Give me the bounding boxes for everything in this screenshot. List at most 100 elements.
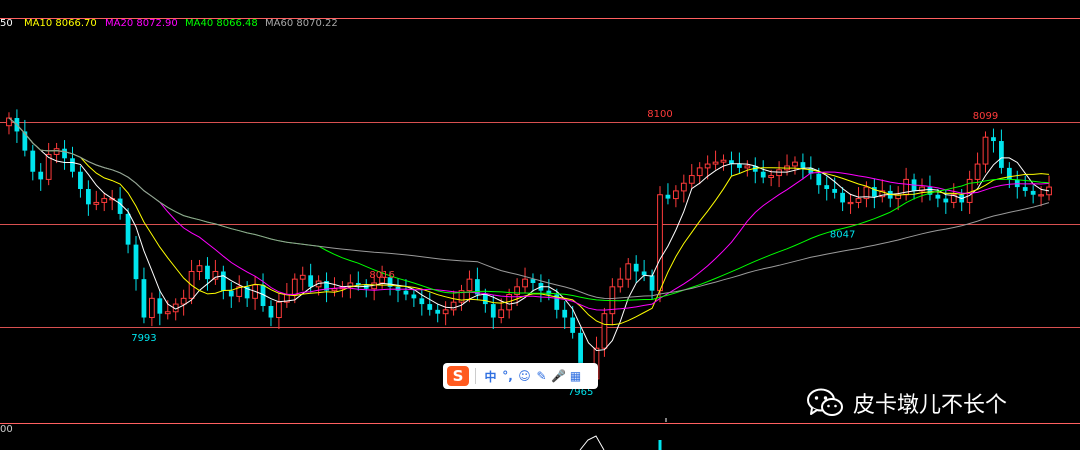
price-annotation: 8099 [973, 111, 998, 122]
ime-emoji-icon[interactable]: ☺ [516, 369, 533, 383]
candle-body [141, 279, 147, 318]
candle-body [943, 198, 949, 203]
candle-body [672, 190, 679, 200]
candle-body [299, 274, 306, 280]
candle-body [157, 298, 163, 314]
candle-body [816, 173, 822, 186]
candle-body [291, 278, 298, 295]
candle-body [53, 148, 60, 155]
candle-body [93, 201, 100, 205]
candle-body [562, 309, 568, 318]
ime-punctuation-button[interactable]: °, [499, 369, 516, 383]
candle-body [70, 158, 75, 172]
candle-body [220, 271, 226, 291]
candle-body [30, 150, 36, 172]
sogou-logo-icon[interactable]: S [447, 366, 469, 386]
candle-body [331, 288, 338, 292]
candle-body [792, 161, 798, 167]
ma40-line [8, 117, 1050, 302]
watermark: 皮卡墩儿不长个 [805, 386, 1007, 420]
candle-body [78, 171, 83, 189]
price-annotation: 7993 [131, 333, 156, 344]
legend-ma20: MA20 8072.90 [105, 18, 178, 29]
candle-body [482, 294, 488, 305]
candle-body [450, 301, 457, 311]
candle-body [1030, 190, 1036, 195]
watermark-text: 皮卡墩儿不长个 [853, 393, 1008, 418]
candle-body [133, 244, 139, 280]
candle-body [641, 271, 647, 276]
price-annotation: 8016 [369, 270, 394, 281]
candle-body [974, 163, 981, 180]
candle-body [776, 169, 782, 177]
candle-body [991, 137, 996, 142]
candle-body [546, 290, 552, 295]
candle-body [530, 279, 536, 283]
ime-toolbox-icon[interactable]: ▦ [567, 369, 584, 383]
candle-body [633, 263, 639, 272]
legend-ma40: MA40 8066.48 [185, 18, 258, 29]
candle-body [442, 309, 449, 315]
candle-body [1022, 187, 1028, 191]
candle-body [308, 275, 314, 287]
ime-voice-icon[interactable]: 🎤 [550, 369, 567, 383]
candle-body [125, 213, 131, 245]
candle-body [180, 297, 187, 305]
candle-body [982, 136, 989, 165]
candle-body [228, 290, 234, 297]
candle-body [196, 265, 203, 272]
candle-body [466, 278, 473, 292]
candle-body [62, 148, 67, 159]
legend-ma10: MA10 8066.70 [24, 18, 97, 29]
candle-body [601, 313, 608, 349]
candle-body [720, 159, 727, 163]
toolbar-divider [475, 368, 476, 384]
candle-body [403, 290, 409, 295]
candle-body [148, 297, 155, 319]
candle-body [824, 185, 830, 189]
chart-stage: 8100 8099 8016 8047 7993 7965 50 MA10 8066.70… [0, 0, 1080, 450]
candle-body [847, 201, 854, 205]
candle-body [268, 306, 274, 318]
candle-body [395, 286, 401, 291]
candle-body [657, 194, 663, 292]
ma20-line [8, 117, 1050, 311]
ime-chinese-mode-button[interactable]: 中 [482, 368, 499, 385]
candle-body [419, 298, 425, 305]
candle-body [475, 279, 480, 295]
candle-body [855, 198, 862, 203]
candle-body [205, 265, 210, 280]
candle-body [617, 278, 624, 288]
candle-body [85, 188, 91, 205]
candle-body [840, 192, 845, 203]
candle-body [760, 171, 766, 178]
candle-body [38, 171, 44, 180]
candle-body [800, 162, 806, 168]
legend-ma60: MA60 8070.22 [265, 18, 338, 29]
ime-toolbar[interactable]: S 中 °, ☺ ✎ 🎤 ▦ [443, 363, 598, 389]
price-annotation: 8100 [647, 109, 672, 120]
candle-body [712, 161, 719, 165]
candle-body [164, 311, 171, 315]
candle-body [999, 141, 1004, 168]
candle-body [665, 194, 671, 199]
candle-body [688, 175, 695, 184]
subpanel-curve [579, 435, 605, 450]
candle-body [696, 167, 703, 177]
ma5-line [8, 117, 1050, 352]
candle-body [101, 198, 108, 203]
candle-body [490, 304, 496, 318]
candle-body [737, 164, 742, 168]
candle-body [625, 263, 632, 280]
ime-handwrite-icon[interactable]: ✎ [533, 369, 550, 383]
candle-body [411, 294, 417, 299]
candle-body [117, 198, 123, 214]
candle-body [522, 278, 528, 288]
candle-body [22, 131, 28, 151]
candle-body [768, 175, 775, 178]
candle-body [435, 309, 441, 314]
candle-body [704, 163, 711, 169]
candle-body [832, 188, 838, 193]
legend-ma5: 50 [0, 18, 13, 29]
candle-body [680, 182, 687, 192]
